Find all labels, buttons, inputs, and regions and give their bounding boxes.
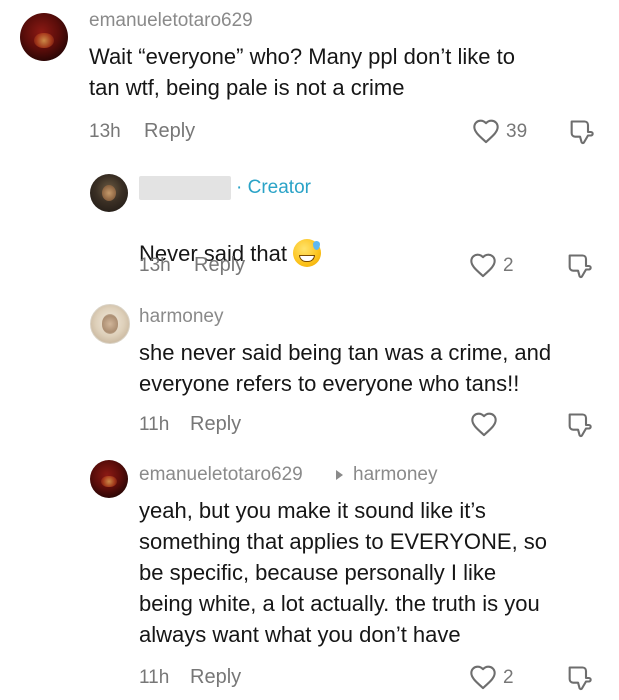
thumbs-down-outline-icon[interactable] <box>567 118 595 146</box>
comment-time: 13h <box>139 255 171 276</box>
reply-button[interactable]: Reply <box>190 413 241 436</box>
comment-username[interactable]: emanueletotaro629 <box>89 10 253 32</box>
comment-text: Wait “everyone” who? Many ppl don’t like… <box>89 44 515 100</box>
thumbs-down-outline-icon[interactable] <box>565 664 593 692</box>
avatar[interactable] <box>90 174 128 212</box>
avatar[interactable] <box>20 13 68 61</box>
like-count: 39 <box>506 121 528 142</box>
comment-text: yeah, but you make it sound like it’s so… <box>139 498 548 647</box>
comment-time: 11h <box>139 414 170 435</box>
reply-button[interactable]: Reply <box>144 120 195 143</box>
avatar[interactable] <box>90 304 130 344</box>
comment-username[interactable]: harmoney <box>139 306 224 328</box>
reply-to-username[interactable]: harmoney <box>353 464 438 486</box>
thumbs-down-outline-icon[interactable] <box>565 411 593 439</box>
thumbs-down-outline-icon[interactable] <box>565 252 593 280</box>
reply-button[interactable]: Reply <box>190 666 241 689</box>
heart-outline-icon[interactable] <box>472 118 500 144</box>
comment-time: 11h <box>139 667 170 688</box>
comment-text: she never said being tan was a crime, an… <box>139 340 552 396</box>
heart-outline-icon[interactable] <box>470 411 498 437</box>
creator-badge: · Creator <box>236 177 311 198</box>
redacted-username <box>139 176 231 200</box>
avatar[interactable] <box>90 460 128 498</box>
like-count: 2 <box>503 255 514 276</box>
reply-button[interactable]: Reply <box>194 254 245 277</box>
caret-right-icon <box>336 470 343 480</box>
heart-outline-icon[interactable] <box>469 252 497 278</box>
sweat-smile-emoji <box>292 239 321 267</box>
comment-username[interactable]: emanueletotaro629 <box>139 464 303 486</box>
like-count: 2 <box>503 667 514 688</box>
heart-outline-icon[interactable] <box>469 664 497 690</box>
comment-time: 13h <box>89 121 121 142</box>
